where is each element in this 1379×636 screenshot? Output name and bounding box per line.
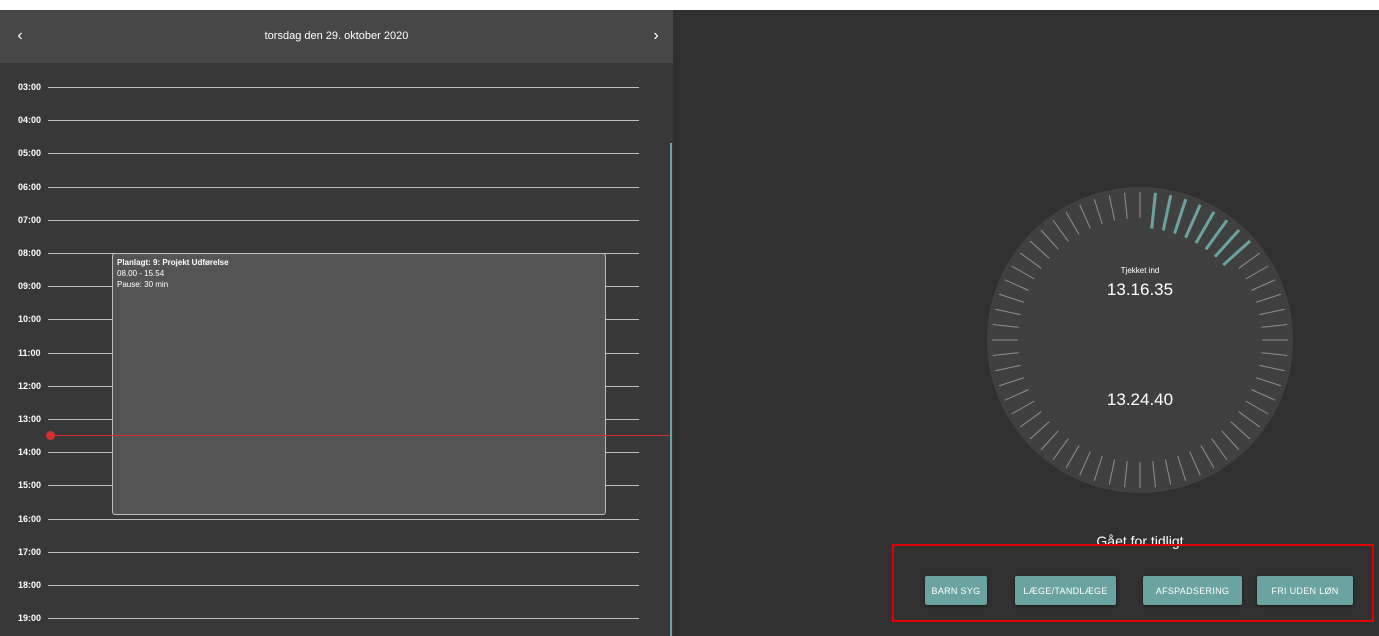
time-off-in-lieu-button[interactable]: AFSPADSERING	[1143, 576, 1242, 605]
event-pause: Pause: 30 min	[117, 280, 169, 289]
hour-label: 19:00	[18, 613, 42, 624]
hour-row: 04:00	[18, 113, 639, 127]
app-window: torsdag den 29. oktober 2020 ‹ › 03:00 04…	[0, 10, 1379, 636]
child-sick-button[interactable]: BARN SYG	[925, 576, 987, 605]
hour-row: 19:00	[18, 611, 639, 625]
hour-label: 06:00	[18, 181, 42, 192]
hour-line	[48, 618, 639, 620]
calendar-date-title: torsdag den 29. oktober 2020	[264, 30, 409, 42]
checked-in-time: 13.16.35	[1106, 280, 1174, 299]
hour-row: 18:00	[18, 578, 639, 592]
hour-row: 06:00	[18, 180, 639, 194]
current-time-dot	[46, 431, 55, 440]
calendar-scrollbar[interactable]	[670, 143, 672, 636]
hour-line	[48, 551, 639, 553]
hour-line	[48, 219, 639, 221]
clock-dial	[987, 187, 1293, 493]
hour-label: 08:00	[18, 248, 42, 258]
hour-line	[48, 87, 639, 88]
hour-row: 05:00	[18, 146, 639, 160]
hour-line	[48, 186, 639, 188]
hour-row: 07:00	[18, 213, 639, 227]
event-time: 08.00 - 15.54	[117, 269, 165, 278]
event-title: Planlagt: 9: Projekt Udførelse	[117, 258, 229, 267]
hour-label: 10:00	[18, 314, 42, 325]
hour-label: 13:00	[18, 414, 42, 424]
hour-label: 04:00	[18, 115, 42, 126]
current-time-line	[50, 435, 670, 436]
hour-label: 09:00	[18, 281, 42, 292]
checked-in-label: Tjekket ind	[1120, 266, 1160, 275]
day-calendar: torsdag den 29. oktober 2020 ‹ › 03:00 04…	[0, 10, 673, 636]
current-time: 13.24.40	[1106, 390, 1174, 409]
hour-row: 03:00	[18, 80, 639, 94]
hour-label: 12:00	[18, 380, 42, 391]
calendar-header: torsdag den 29. oktober 2020 ‹ ›	[0, 10, 673, 63]
hour-label: 11:00	[18, 347, 41, 358]
hour-label: 15:00	[18, 480, 42, 491]
hour-label: 16:00	[18, 513, 42, 524]
hour-label: 18:00	[18, 580, 42, 590]
hour-label: 07:00	[18, 214, 42, 225]
hour-label: 05:00	[18, 148, 42, 159]
dial-face	[987, 187, 1293, 493]
hour-line	[48, 585, 639, 586]
hour-row: 17:00	[18, 545, 639, 559]
previous-day-button[interactable]: ‹	[8, 24, 32, 48]
hour-line	[48, 120, 639, 122]
scheduled-event[interactable]: Planlagt: 9: Projekt Udførelse 08.00 - 1…	[112, 253, 606, 515]
hour-label: 14:00	[18, 447, 42, 458]
hour-line	[48, 518, 639, 520]
hour-label: 03:00	[18, 82, 42, 92]
next-day-button[interactable]: ›	[644, 24, 668, 48]
doctor-dentist-button[interactable]: LÆGE/TANDLÆGE	[1015, 576, 1116, 605]
hour-line	[48, 153, 639, 155]
hour-label: 17:00	[18, 546, 42, 557]
unpaid-leave-button[interactable]: FRI UDEN LØN	[1257, 576, 1353, 605]
